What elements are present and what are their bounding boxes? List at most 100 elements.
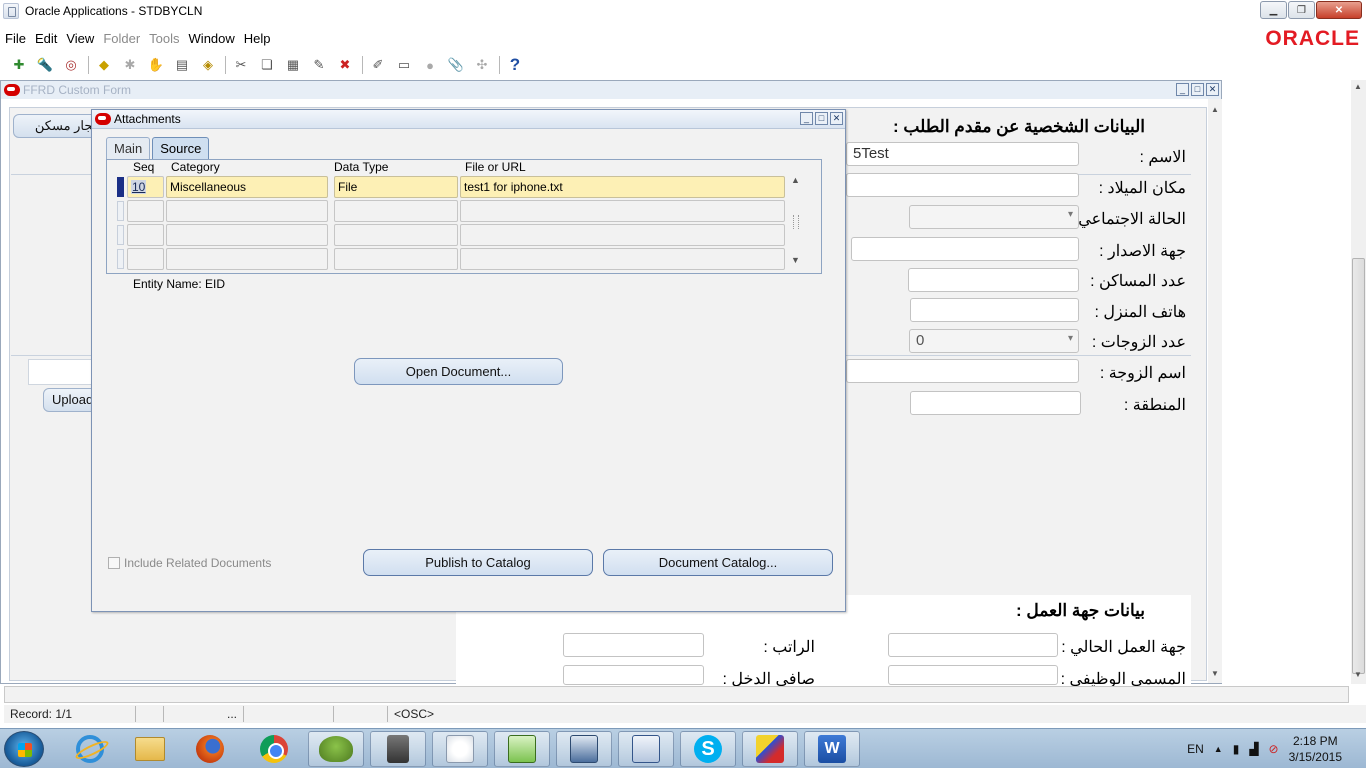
table-scroll-up-icon[interactable]: ▲ (791, 175, 800, 185)
copy-icon[interactable]: ❏ (258, 56, 276, 74)
network-signal-icon[interactable]: ▟ (1249, 742, 1258, 756)
chart-app-button[interactable] (494, 731, 550, 767)
new-record-icon[interactable]: ✚ (10, 56, 28, 74)
category-cell[interactable]: Miscellaneous (166, 176, 328, 198)
clear-record-icon[interactable]: ✎ (310, 56, 328, 74)
close-form-icon[interactable]: ◈ (199, 56, 217, 74)
file-or-url-cell[interactable] (460, 200, 785, 222)
name-field[interactable]: 5Test (846, 142, 1079, 166)
marital-status-select[interactable] (909, 205, 1079, 229)
chrome-button[interactable] (246, 731, 302, 767)
data-type-cell[interactable] (334, 200, 458, 222)
tab-main[interactable]: Main (106, 137, 151, 159)
file-or-url-cell[interactable] (460, 224, 785, 246)
birthplace-field[interactable] (846, 173, 1079, 197)
scroll-up-icon[interactable]: ▲ (1354, 82, 1362, 91)
scroll-thumb[interactable] (1352, 258, 1365, 674)
file-explorer-button[interactable] (122, 731, 178, 767)
category-cell[interactable] (166, 224, 328, 246)
switch-responsibility-icon[interactable]: ✋ (147, 56, 165, 74)
record-indicator[interactable] (117, 225, 124, 245)
ffrd-maximize-button[interactable]: □ (1191, 83, 1204, 96)
attachments-icon[interactable]: 📎 (447, 56, 465, 74)
issuer-field[interactable] (851, 237, 1079, 261)
find-icon[interactable]: 🔦 (36, 56, 54, 74)
job-title-field[interactable] (888, 665, 1058, 685)
publish-to-catalog-button[interactable]: Publish to Catalog (363, 549, 593, 576)
horizontal-scrollbar[interactable] (4, 686, 1349, 703)
data-type-cell[interactable]: File (334, 176, 458, 198)
delete-record-icon[interactable]: ✖ (336, 56, 354, 74)
attachments-close-button[interactable]: ✕ (830, 112, 843, 125)
skype-button[interactable]: S (680, 731, 736, 767)
file-or-url-cell[interactable] (460, 248, 785, 270)
print-icon[interactable]: ▤ (173, 56, 191, 74)
menu-file[interactable]: File (5, 31, 26, 46)
ffrd-scroll-down-icon[interactable]: ▼ (1211, 669, 1219, 678)
include-related-checkbox[interactable] (108, 557, 120, 569)
salary-field[interactable] (563, 633, 704, 657)
document-catalog-button[interactable]: Document Catalog... (603, 549, 833, 576)
record-indicator[interactable] (117, 201, 124, 221)
region-field[interactable] (910, 391, 1081, 415)
tray-app-icon[interactable]: ▮ (1233, 742, 1240, 756)
seq-cell[interactable]: 10 (127, 176, 164, 198)
folder-tools-icon[interactable]: ✣ (473, 56, 491, 74)
record-indicator[interactable] (117, 249, 124, 269)
ffrd-vertical-scrollbar[interactable]: ▲ ▼ (1208, 99, 1222, 683)
open-document-button[interactable]: Open Document... (354, 358, 563, 385)
next-step-icon[interactable]: ✱ (121, 56, 139, 74)
seq-cell[interactable] (127, 224, 164, 246)
wife-name-field[interactable] (846, 359, 1079, 383)
help-icon[interactable]: ? (506, 55, 524, 74)
menu-edit[interactable]: Edit (35, 31, 57, 46)
wives-count-select[interactable]: 0 (909, 329, 1079, 353)
residents-count-field[interactable] (908, 268, 1079, 292)
tab-source[interactable]: Source (152, 137, 210, 159)
clock[interactable]: 2:18 PM 3/15/2015 (1289, 733, 1342, 765)
ffrd-minimize-button[interactable]: _ (1176, 83, 1189, 96)
network-app-button[interactable] (370, 731, 426, 767)
ffrd-scroll-up-icon[interactable]: ▲ (1211, 105, 1219, 114)
menu-window[interactable]: Window (189, 31, 235, 46)
seq-cell[interactable] (127, 200, 164, 222)
table-scroll-grip[interactable] (793, 215, 799, 229)
spreadsheet-app-button[interactable] (618, 731, 674, 767)
home-phone-field[interactable] (910, 298, 1079, 322)
language-indicator[interactable]: EN (1187, 742, 1204, 756)
attachments-minimize-button[interactable]: _ (800, 112, 813, 125)
current-employer-field[interactable] (888, 633, 1058, 657)
file-or-url-cell[interactable]: test1 for iphone.txt (460, 176, 785, 198)
scroll-down-icon[interactable]: ▼ (1354, 670, 1362, 679)
close-button[interactable]: ✕ (1316, 1, 1362, 19)
main-vertical-scrollbar[interactable]: ▲ ▼ (1351, 80, 1366, 684)
paste-icon[interactable]: ▦ (284, 56, 302, 74)
show-hidden-icons-icon[interactable]: ▲ (1214, 744, 1223, 754)
net-income-field[interactable] (563, 665, 704, 685)
data-type-cell[interactable] (334, 224, 458, 246)
attachments-maximize-button[interactable]: □ (815, 112, 828, 125)
edit-field-icon[interactable]: ✐ (369, 56, 387, 74)
menu-help[interactable]: Help (244, 31, 271, 46)
seq-cell[interactable] (127, 248, 164, 270)
frog-app-button[interactable] (308, 731, 364, 767)
data-type-cell[interactable] (334, 248, 458, 270)
left-input[interactable] (28, 359, 98, 385)
save-icon[interactable]: ◆ (95, 56, 113, 74)
menu-folder[interactable]: Folder (103, 31, 140, 46)
zoom-icon[interactable]: ▭ (395, 56, 413, 74)
navigator-icon[interactable]: ◎ (62, 56, 80, 74)
current-record-indicator[interactable] (117, 177, 124, 197)
cut-icon[interactable]: ✂ (232, 56, 250, 74)
start-button[interactable] (4, 731, 44, 767)
menu-tools[interactable]: Tools (149, 31, 179, 46)
volume-muted-icon[interactable]: ⊘ (1269, 742, 1279, 756)
translations-icon[interactable]: ● (421, 56, 439, 74)
category-cell[interactable] (166, 200, 328, 222)
word-button[interactable]: W (804, 731, 860, 767)
firefox-button[interactable] (182, 731, 238, 767)
paint-app-button[interactable] (742, 731, 798, 767)
table-scrollbar[interactable]: ▲ ▼ (789, 175, 803, 270)
minimize-button[interactable]: ▁ (1260, 1, 1287, 19)
category-cell[interactable] (166, 248, 328, 270)
